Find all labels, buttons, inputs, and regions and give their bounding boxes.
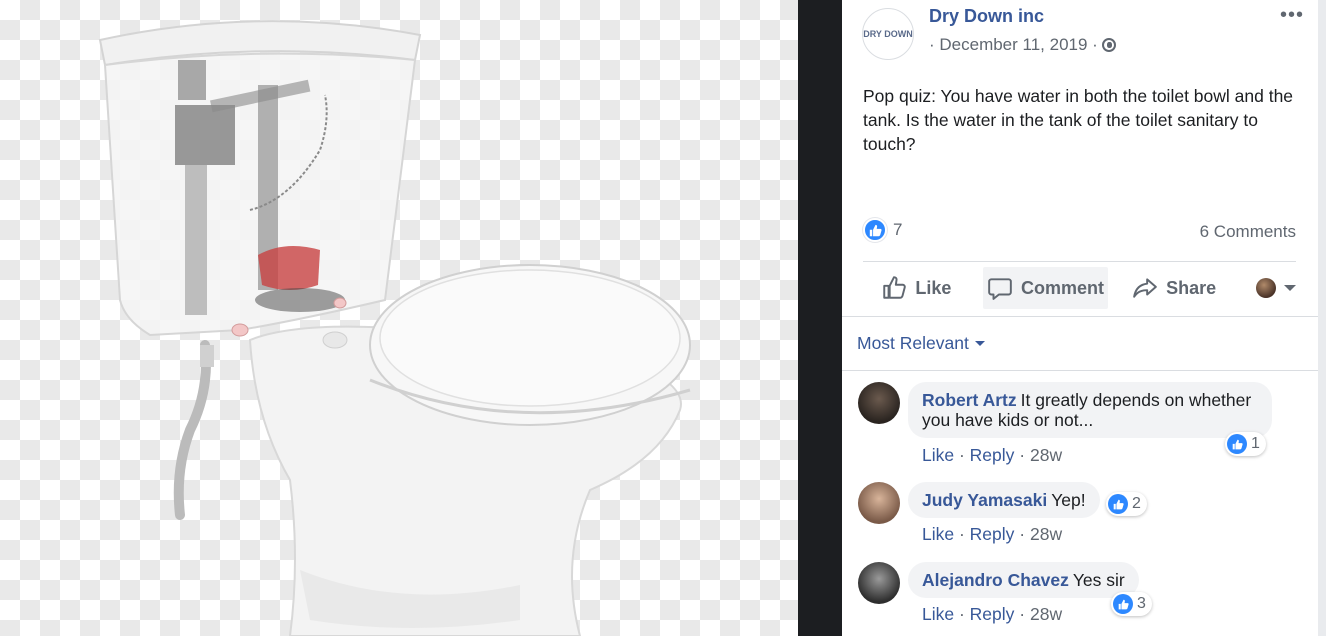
share-button[interactable]: Share bbox=[1114, 267, 1234, 309]
comment-item: Judy Yamasaki Yep! 2 Like · Reply · 28w bbox=[858, 482, 1298, 552]
post-photo[interactable] bbox=[0, 0, 798, 636]
comment-reaction-badge[interactable]: 1 bbox=[1225, 432, 1266, 456]
divider bbox=[863, 261, 1296, 262]
more-options-button[interactable]: ••• bbox=[1280, 4, 1304, 27]
commenter-name[interactable]: Robert Artz bbox=[922, 390, 1017, 410]
like-reaction-icon bbox=[863, 218, 887, 242]
toilet-illustration bbox=[98, 20, 691, 636]
like-icon bbox=[883, 276, 907, 299]
comment-like-link[interactable]: Like bbox=[922, 524, 954, 544]
like-label: Like bbox=[915, 277, 952, 298]
comment-like-link[interactable]: Like bbox=[922, 604, 954, 624]
like-reaction-icon bbox=[1108, 494, 1128, 514]
share-icon bbox=[1133, 278, 1157, 298]
comment-reply-link[interactable]: Reply bbox=[970, 604, 1015, 624]
avatar[interactable] bbox=[858, 382, 900, 424]
avatar bbox=[1256, 278, 1276, 298]
comment-item: Alejandro Chavez Yes sir 3 Like · Reply ·… bbox=[858, 562, 1298, 636]
comment-reaction-count: 2 bbox=[1132, 495, 1141, 512]
thumbs-up-icon bbox=[869, 224, 882, 236]
caret-down-icon bbox=[1284, 285, 1296, 291]
post-meta: · December 11, 2019 · bbox=[929, 35, 1116, 55]
comment-reply-link[interactable]: Reply bbox=[970, 524, 1015, 544]
thumbs-up-icon bbox=[1118, 599, 1129, 609]
comment-reaction-count: 1 bbox=[1251, 435, 1260, 452]
avatar[interactable] bbox=[858, 562, 900, 604]
comment-time[interactable]: 28w bbox=[1030, 524, 1062, 544]
globe-icon bbox=[1101, 38, 1116, 52]
comment-time[interactable]: 28w bbox=[1030, 445, 1062, 465]
viewer-divider bbox=[798, 0, 842, 636]
comment-bubble: Judy Yamasaki Yep! bbox=[908, 482, 1100, 518]
comment-reaction-badge[interactable]: 2 bbox=[1106, 492, 1147, 516]
page-name-link[interactable]: Dry Down inc bbox=[929, 6, 1044, 27]
comments-count-link[interactable]: 6 Comments bbox=[1200, 222, 1296, 242]
comment-button[interactable]: Comment bbox=[982, 267, 1109, 309]
post-date[interactable]: · December 11, 2019 · bbox=[929, 35, 1098, 55]
post-actions: Like Comment Share bbox=[863, 267, 1296, 309]
thumbs-up-icon bbox=[1113, 499, 1124, 509]
share-label: Share bbox=[1166, 277, 1217, 298]
comment-reaction-count: 3 bbox=[1137, 595, 1146, 612]
reaction-count: 7 bbox=[893, 220, 903, 239]
like-reaction-icon bbox=[1227, 434, 1247, 454]
avatar[interactable] bbox=[858, 482, 900, 524]
reaction-summary[interactable]: 7 bbox=[863, 218, 902, 242]
comment-actions: Like · Reply · 28w bbox=[922, 604, 1063, 624]
commenter-name[interactable]: Judy Yamasaki bbox=[922, 490, 1047, 510]
comment-actions: Like · Reply · 28w bbox=[922, 524, 1063, 544]
comment-label: Comment bbox=[1021, 277, 1105, 298]
caret-down-icon bbox=[974, 341, 985, 346]
actor-selector[interactable] bbox=[1256, 278, 1296, 298]
scroll-gutter bbox=[1318, 0, 1326, 636]
divider bbox=[842, 370, 1318, 371]
comment-item: Robert Artz It greatly depends on whether… bbox=[858, 382, 1298, 472]
comment-text: Yes sir bbox=[1072, 570, 1125, 590]
comment-filter-label: Most Relevant bbox=[857, 333, 969, 353]
commenter-name[interactable]: Alejandro Chavez bbox=[922, 570, 1069, 590]
comment-icon bbox=[988, 278, 1012, 300]
post-panel: DRY DOWN Dry Down inc · December 11, 201… bbox=[842, 0, 1318, 636]
comment-time[interactable]: 28w bbox=[1030, 604, 1062, 624]
divider bbox=[842, 316, 1318, 317]
comment-reply-link[interactable]: Reply bbox=[970, 445, 1015, 465]
like-reaction-icon bbox=[1113, 594, 1133, 614]
comment-like-link[interactable]: Like bbox=[922, 445, 954, 465]
page-avatar-logo: DRY DOWN bbox=[863, 28, 913, 39]
comment-bubble: Alejandro Chavez Yes sir bbox=[908, 562, 1139, 598]
like-button[interactable]: Like bbox=[863, 267, 970, 309]
comment-text: Yep! bbox=[1051, 490, 1086, 510]
post-text: Pop quiz: You have water in both the toi… bbox=[863, 86, 1294, 154]
comment-filter-dropdown[interactable]: Most Relevant bbox=[857, 333, 985, 354]
comment-bubble: Robert Artz It greatly depends on whether… bbox=[908, 382, 1272, 438]
comment-reaction-badge[interactable]: 3 bbox=[1111, 592, 1152, 616]
page-avatar[interactable]: DRY DOWN bbox=[862, 8, 914, 60]
thumbs-up-icon bbox=[1232, 439, 1243, 449]
comment-actions: Like · Reply · 28w bbox=[922, 445, 1063, 465]
